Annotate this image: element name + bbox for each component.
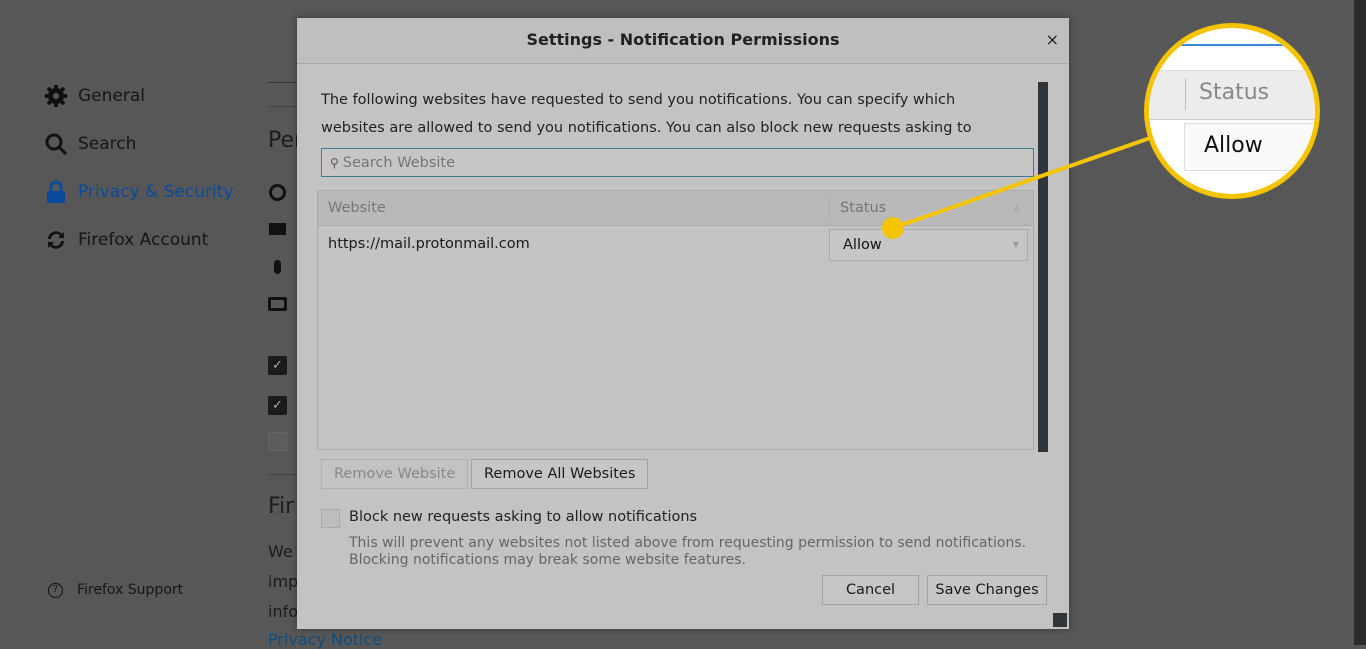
- column-divider: [1185, 78, 1186, 110]
- callout-status-header: Status: [1199, 80, 1270, 105]
- search-border: [1149, 44, 1315, 46]
- magnified-callout: Status Allow: [1144, 23, 1320, 199]
- callout-line: [892, 136, 1151, 230]
- callout-allow-value: Allow: [1204, 133, 1263, 158]
- callout-dot: [882, 217, 904, 239]
